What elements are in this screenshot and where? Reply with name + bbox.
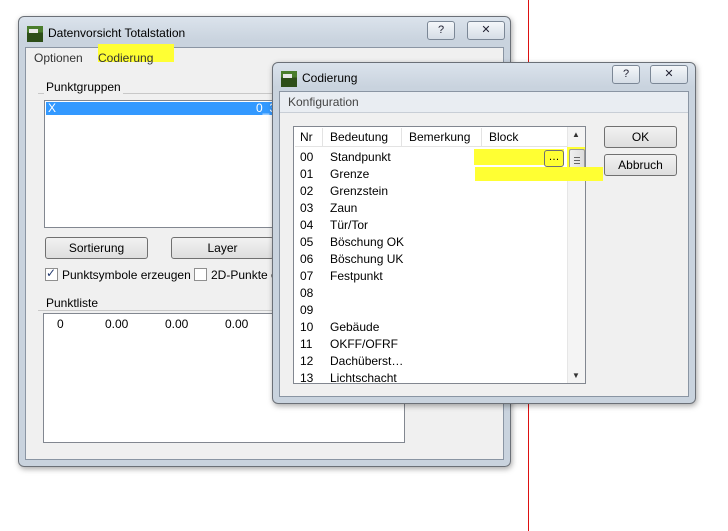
dialog-help-button[interactable]: ? (612, 65, 640, 84)
row-nr: 07 (300, 269, 314, 283)
punktliste-cell: 0.00 (225, 317, 249, 331)
row-nr: 01 (300, 167, 314, 181)
menu-codierung[interactable]: Codierung (98, 51, 153, 65)
close-button[interactable]: ✕ (467, 21, 505, 40)
punkte2d-checkbox[interactable]: 2D-Punkte er (194, 268, 282, 282)
layer-button[interactable]: Layer (171, 237, 274, 259)
row-bedeutung: Dachüberst… (330, 354, 404, 368)
row-bedeutung: OKFF/OFRF (330, 337, 398, 351)
main-window-title: Datenvorsicht Totalstation (48, 26, 186, 40)
ok-button[interactable]: OK (604, 126, 677, 148)
table-row[interactable]: 12 Dachüberst… (295, 353, 565, 370)
table-vertical-scrollbar[interactable]: ▲ ▼ (567, 127, 585, 383)
punktgruppen-label: Punktgruppen (44, 80, 123, 94)
row-bedeutung: Lichtschacht (330, 371, 397, 384)
column-separator (322, 128, 323, 146)
row-nr: 11 (300, 337, 313, 351)
punktgruppen-item-label: X (48, 101, 57, 115)
column-block[interactable]: Block (489, 130, 518, 144)
table-row[interactable]: 11 OKFF/OFRF (295, 336, 565, 353)
row-nr: 00 (300, 150, 314, 164)
table-row[interactable]: 10 Gebäude (295, 319, 565, 336)
menu-optionen[interactable]: Optionen (34, 51, 83, 65)
help-button[interactable]: ? (427, 21, 455, 40)
row-nr: 08 (300, 286, 314, 300)
column-bemerkung[interactable]: Bemerkung (409, 130, 470, 144)
row-bedeutung: Grenze (330, 167, 370, 181)
column-nr[interactable]: Nr (300, 130, 313, 144)
table-header: Nr Bedeutung Bemerkung Block (295, 128, 568, 147)
table-row[interactable]: 13 Lichtschacht (295, 370, 565, 384)
column-bedeutung[interactable]: Bedeutung (330, 130, 388, 144)
konfiguration-label: Konfiguration (288, 95, 359, 109)
row-nr: 13 (300, 371, 314, 384)
row-bedeutung: Zaun (330, 201, 358, 215)
row-bedeutung: Böschung OK (330, 235, 405, 249)
row-bedeutung: Festpunkt (330, 269, 383, 283)
konfiguration-tab[interactable]: Konfiguration (280, 92, 688, 113)
row-nr: 05 (300, 235, 314, 249)
thumb-grip-icon (574, 160, 580, 161)
codierung-table[interactable]: Nr Bedeutung Bemerkung Block 00 Standpunk… (293, 126, 586, 384)
checkbox-unchecked-icon[interactable] (194, 268, 207, 281)
scroll-down-arrow-icon[interactable]: ▼ (572, 371, 580, 380)
row-bedeutung: Böschung UK (330, 252, 404, 266)
checkbox-checked-icon[interactable] (45, 266, 58, 281)
row-nr: 02 (300, 184, 314, 198)
table-row[interactable]: 05 Böschung OK (295, 234, 565, 251)
sortierung-button[interactable]: Sortierung (45, 237, 148, 259)
dialog-close-button[interactable]: ✕ (650, 65, 688, 84)
table-row[interactable]: 06 Böschung UK (295, 251, 565, 268)
row-nr: 03 (300, 201, 314, 215)
table-row[interactable]: 07 Festpunkt (295, 268, 565, 285)
row-nr: 10 (300, 320, 314, 334)
table-row[interactable]: 02 Grenzstein (295, 183, 565, 200)
table-row[interactable]: 04 Tür/Tor (295, 217, 565, 234)
table-row[interactable]: 03 Zaun (295, 200, 565, 217)
dialog-icon (281, 71, 297, 87)
scroll-up-arrow-icon[interactable]: ▲ (572, 130, 580, 139)
punktliste-cell: 0.00 (165, 317, 189, 331)
thumb-grip-icon (574, 157, 580, 158)
row-bedeutung: Standpunkt (330, 150, 391, 164)
row-bedeutung: Grenzstein (330, 184, 389, 198)
punktliste-cell: 0 (57, 317, 64, 331)
row-nr: 06 (300, 252, 314, 266)
column-separator (481, 128, 482, 146)
row-bedeutung: Tür/Tor (330, 218, 369, 232)
dialog-title: Codierung (302, 71, 358, 85)
punktsymbole-checkbox[interactable]: Punktsymbole erzeugen (45, 266, 191, 282)
codierung-dialog: Codierung ? ✕ Konfiguration Nr Bedeutung… (272, 62, 696, 404)
abbruch-button[interactable]: Abbruch (604, 154, 677, 176)
annotation-highlight (475, 167, 603, 181)
app-icon (27, 26, 43, 42)
table-row[interactable]: 09 (295, 302, 565, 319)
punktsymbole-label: Punktsymbole erzeugen (62, 268, 191, 282)
row-bedeutung: Gebäude (330, 320, 380, 334)
row-nr: 09 (300, 303, 314, 317)
table-row[interactable]: 08 (295, 285, 565, 302)
dialog-client: Konfiguration Nr Bedeutung Bemerkung Blo… (279, 91, 689, 397)
punktliste-label: Punktliste (44, 296, 101, 310)
punktliste-cell: 0.00 (105, 317, 129, 331)
row-nr: 12 (300, 354, 314, 368)
block-browse-button[interactable]: … (544, 150, 564, 167)
thumb-grip-icon (574, 163, 580, 164)
row-nr: 04 (300, 218, 314, 232)
column-separator (401, 128, 402, 146)
